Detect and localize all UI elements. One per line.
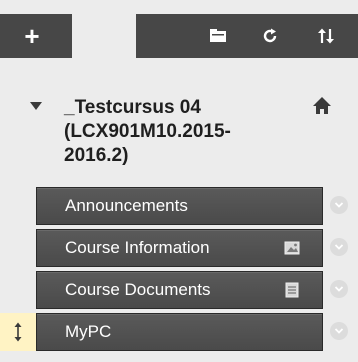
drag-handle-area: [0, 271, 36, 309]
menu-item-announcements[interactable]: Announcements: [36, 187, 323, 225]
item-options-button[interactable]: [330, 196, 348, 214]
reorder-button[interactable]: [306, 14, 346, 58]
home-icon[interactable]: [312, 96, 332, 116]
refresh-icon: [263, 28, 277, 43]
menu-item-label: Course Documents: [65, 280, 211, 299]
collapse-triangle-icon[interactable]: [30, 102, 42, 110]
chevron-down-icon: [334, 328, 344, 334]
menu-item-label: Course Information: [65, 238, 210, 257]
vertical-resize-icon[interactable]: [0, 313, 36, 351]
menu-row-mypc: MyPC: [0, 313, 358, 351]
folder-view-button[interactable]: [198, 14, 238, 58]
item-options-button[interactable]: [330, 280, 348, 298]
menu-item-mypc[interactable]: MyPC: [36, 313, 323, 351]
document-icon: [285, 282, 299, 298]
course-menu: Announcements Course Information Course …: [0, 187, 358, 355]
toolbar-tool-group: [136, 14, 358, 58]
course-title[interactable]: _Testcursus 04 (LCX901M10.2015- 2016.2): [64, 96, 304, 168]
chevron-down-icon: [334, 244, 344, 250]
menu-item-label: Announcements: [65, 196, 188, 215]
add-menu-item-button[interactable]: +: [0, 14, 72, 58]
chevron-down-icon: [334, 286, 344, 292]
chevron-down-icon: [334, 202, 344, 208]
item-options-button[interactable]: [330, 238, 348, 256]
image-icon: [284, 241, 300, 255]
drag-handle-area: [0, 187, 36, 225]
drag-handle-area: [0, 313, 36, 351]
menu-row-course-information: Course Information: [0, 229, 358, 267]
course-menu-panel: + _Testcursus 04 (LCX901M10.2015- 2016.2…: [0, 0, 358, 362]
refresh-button[interactable]: [250, 14, 290, 58]
menu-row-course-documents: Course Documents: [0, 271, 358, 309]
item-options-button[interactable]: [330, 322, 348, 340]
plus-icon: +: [24, 21, 40, 51]
drag-handle-area: [0, 229, 36, 267]
menu-item-course-documents[interactable]: Course Documents: [36, 271, 323, 309]
sort-icon: [318, 28, 334, 44]
menu-item-label: MyPC: [65, 322, 112, 341]
folder-icon: [210, 29, 226, 42]
course-menu-toolbar: +: [0, 14, 358, 58]
menu-row-announcements: Announcements: [0, 187, 358, 225]
course-header: _Testcursus 04 (LCX901M10.2015- 2016.2): [0, 94, 358, 184]
menu-item-course-information[interactable]: Course Information: [36, 229, 323, 267]
